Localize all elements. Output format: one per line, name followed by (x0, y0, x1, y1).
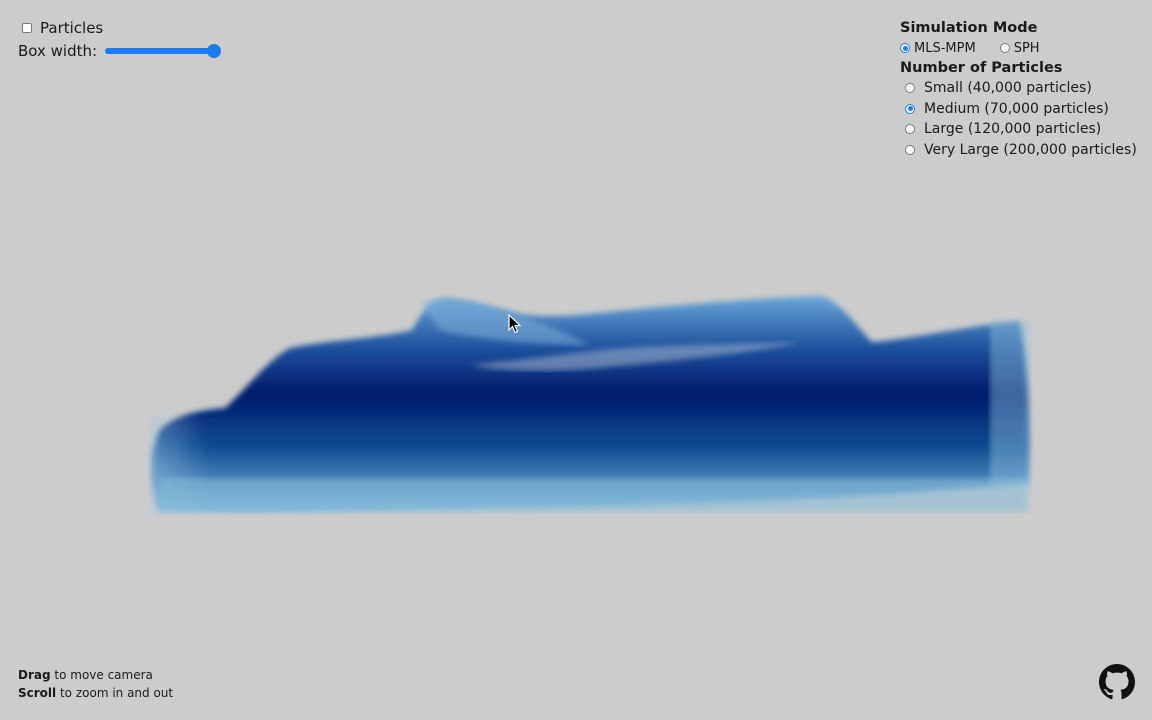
particles-label: Particles (40, 19, 104, 37)
size-option-label: Medium (70,000 particles) (924, 100, 1109, 117)
mode-option-mls-mpm[interactable]: MLS-MPM (900, 41, 976, 56)
mode-radio-mls-mpm[interactable] (900, 43, 910, 53)
help-drag-key: Drag (18, 668, 51, 682)
simulation-page: Particles Box width: Simulation Mode MLS… (0, 0, 1152, 720)
help-scroll-key: Scroll (18, 686, 57, 700)
size-option-label: Very Large (200,000 particles) (924, 141, 1137, 158)
pointer-cursor-icon (508, 314, 522, 334)
mode-option-label: SPH (1013, 40, 1040, 56)
mode-option-sph[interactable]: SPH (999, 40, 1040, 56)
right-controls: Simulation Mode MLS-MPM SPH Number of Pa… (900, 18, 1137, 160)
box-width-label: Box width: (18, 42, 98, 60)
help-scroll: Scroll to zoom in and out (18, 684, 173, 702)
size-option-label: Large (120,000 particles) (924, 121, 1102, 138)
size-option-large[interactable]: Large (120,000 particles) (900, 119, 1137, 140)
left-controls: Particles Box width: (18, 17, 222, 62)
size-radio-very-large[interactable] (905, 144, 915, 155)
mode-radio-sph[interactable] (999, 43, 1010, 53)
size-radio-large[interactable] (905, 124, 915, 135)
size-radio-medium[interactable] (905, 103, 915, 114)
simulation-mode-options: MLS-MPM SPH (900, 38, 1137, 58)
box-width-control: Box width: (18, 40, 222, 62)
size-option-medium[interactable]: Medium (70,000 particles) (900, 99, 1137, 120)
size-option-small[interactable]: Small (40,000 particles) (900, 78, 1137, 99)
mode-option-label: MLS-MPM (914, 40, 976, 56)
github-icon[interactable] (1099, 664, 1135, 700)
help-drag: Drag to move camera (18, 666, 173, 684)
size-option-very-large[interactable]: Very Large (200,000 particles) (900, 140, 1137, 161)
help-text: Drag to move camera Scroll to zoom in an… (18, 666, 173, 702)
help-drag-text: to move camera (50, 668, 153, 682)
box-width-slider[interactable] (105, 44, 222, 58)
size-option-label: Small (40,000 particles) (924, 80, 1092, 97)
box-width-slider-thumb[interactable] (207, 44, 222, 58)
size-radio-small[interactable] (905, 83, 915, 94)
particles-checkbox[interactable] (22, 23, 32, 33)
particle-count-heading: Number of Particles (900, 60, 1063, 76)
simulation-mode-heading: Simulation Mode (900, 20, 1038, 36)
help-scroll-text: to zoom in and out (56, 686, 174, 700)
particles-toggle[interactable]: Particles (18, 17, 219, 39)
